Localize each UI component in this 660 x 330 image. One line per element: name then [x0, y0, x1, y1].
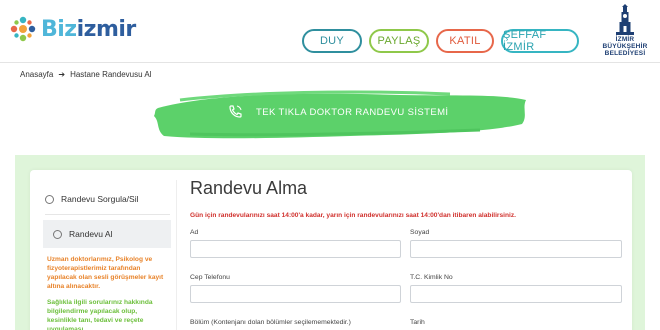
- arrow-right-icon: ➔: [58, 70, 66, 79]
- target-icon: [53, 229, 62, 239]
- izmir-municipality-logo[interactable]: İZMİR BÜYÜKŞEHİR BELEDİYESİ: [597, 4, 653, 60]
- city-logo-line1: İZMİR: [615, 36, 635, 43]
- banner-title: TEK TIKLA DOKTOR RANDEVU SİSTEMİ: [256, 107, 449, 118]
- city-logo-line2: BÜYÜKŞEHİR: [602, 43, 648, 50]
- sidebar-item-label: Randevu Sorgula/Sil: [61, 194, 139, 204]
- clock-icon: [45, 194, 54, 204]
- column-divider: [176, 180, 177, 330]
- breadcrumb: Anasayfa ➔ Hastane Randevusu Al: [20, 70, 151, 79]
- bizizmir-logo[interactable]: Bizizmir: [8, 14, 136, 44]
- logo-mark-icon: [8, 14, 38, 44]
- soyad-label: Soyad: [410, 229, 430, 236]
- ad-field[interactable]: [190, 240, 401, 258]
- sidebar-item-randevu-sorgula[interactable]: Randevu Sorgula/Sil: [45, 185, 170, 213]
- recording-notice: Uzman doktorlarımız, Psikolog ve fizyote…: [47, 256, 164, 290]
- page-title: Randevu Alma: [190, 178, 308, 198]
- breadcrumb-current: Hastane Randevusu Al: [70, 70, 152, 79]
- cep-telefonu-field[interactable]: [190, 285, 401, 303]
- cep-telefonu-label: Cep Telefonu: [190, 274, 230, 281]
- city-logo-line3: BELEDİYESİ: [604, 50, 646, 57]
- nav-duy-button[interactable]: DUY: [302, 29, 362, 53]
- bolum-label: Bölüm (Kontenjanı dolan bölümler seçilem…: [190, 319, 351, 326]
- tc-kimlik-label: T.C. Kimlik No: [410, 274, 453, 281]
- ad-label: Ad: [190, 229, 199, 236]
- site-header: Bizizmir DUY PAYLAŞ KATIL ŞEFFAF İZMİR İ…: [0, 0, 660, 62]
- info-notice: Sağlıkla ilgili sorularınız hakkında bil…: [47, 299, 153, 330]
- nav-paylas-button[interactable]: PAYLAŞ: [369, 29, 429, 53]
- logo-wordmark: Bizizmir: [41, 16, 136, 42]
- nav-seffaf-izmir-button[interactable]: ŞEFFAF İZMİR: [501, 29, 579, 53]
- soyad-field[interactable]: [410, 240, 622, 258]
- nav-katil-button[interactable]: KATIL: [436, 29, 494, 53]
- clock-tower-icon: [616, 4, 634, 35]
- sidebar-item-randevu-al[interactable]: Randevu Al: [43, 220, 171, 248]
- tarih-label: Tarih: [410, 319, 425, 326]
- breadcrumb-home-link[interactable]: Anasayfa: [20, 70, 53, 79]
- tc-kimlik-field[interactable]: [410, 285, 622, 303]
- sidebar-item-label: Randevu Al: [69, 229, 113, 239]
- time-warning: Gün için randevularınızı saat 14:00'a ka…: [190, 212, 516, 219]
- header-divider: [0, 62, 660, 63]
- sidebar-divider: [45, 214, 170, 215]
- phone-icon: [228, 104, 243, 119]
